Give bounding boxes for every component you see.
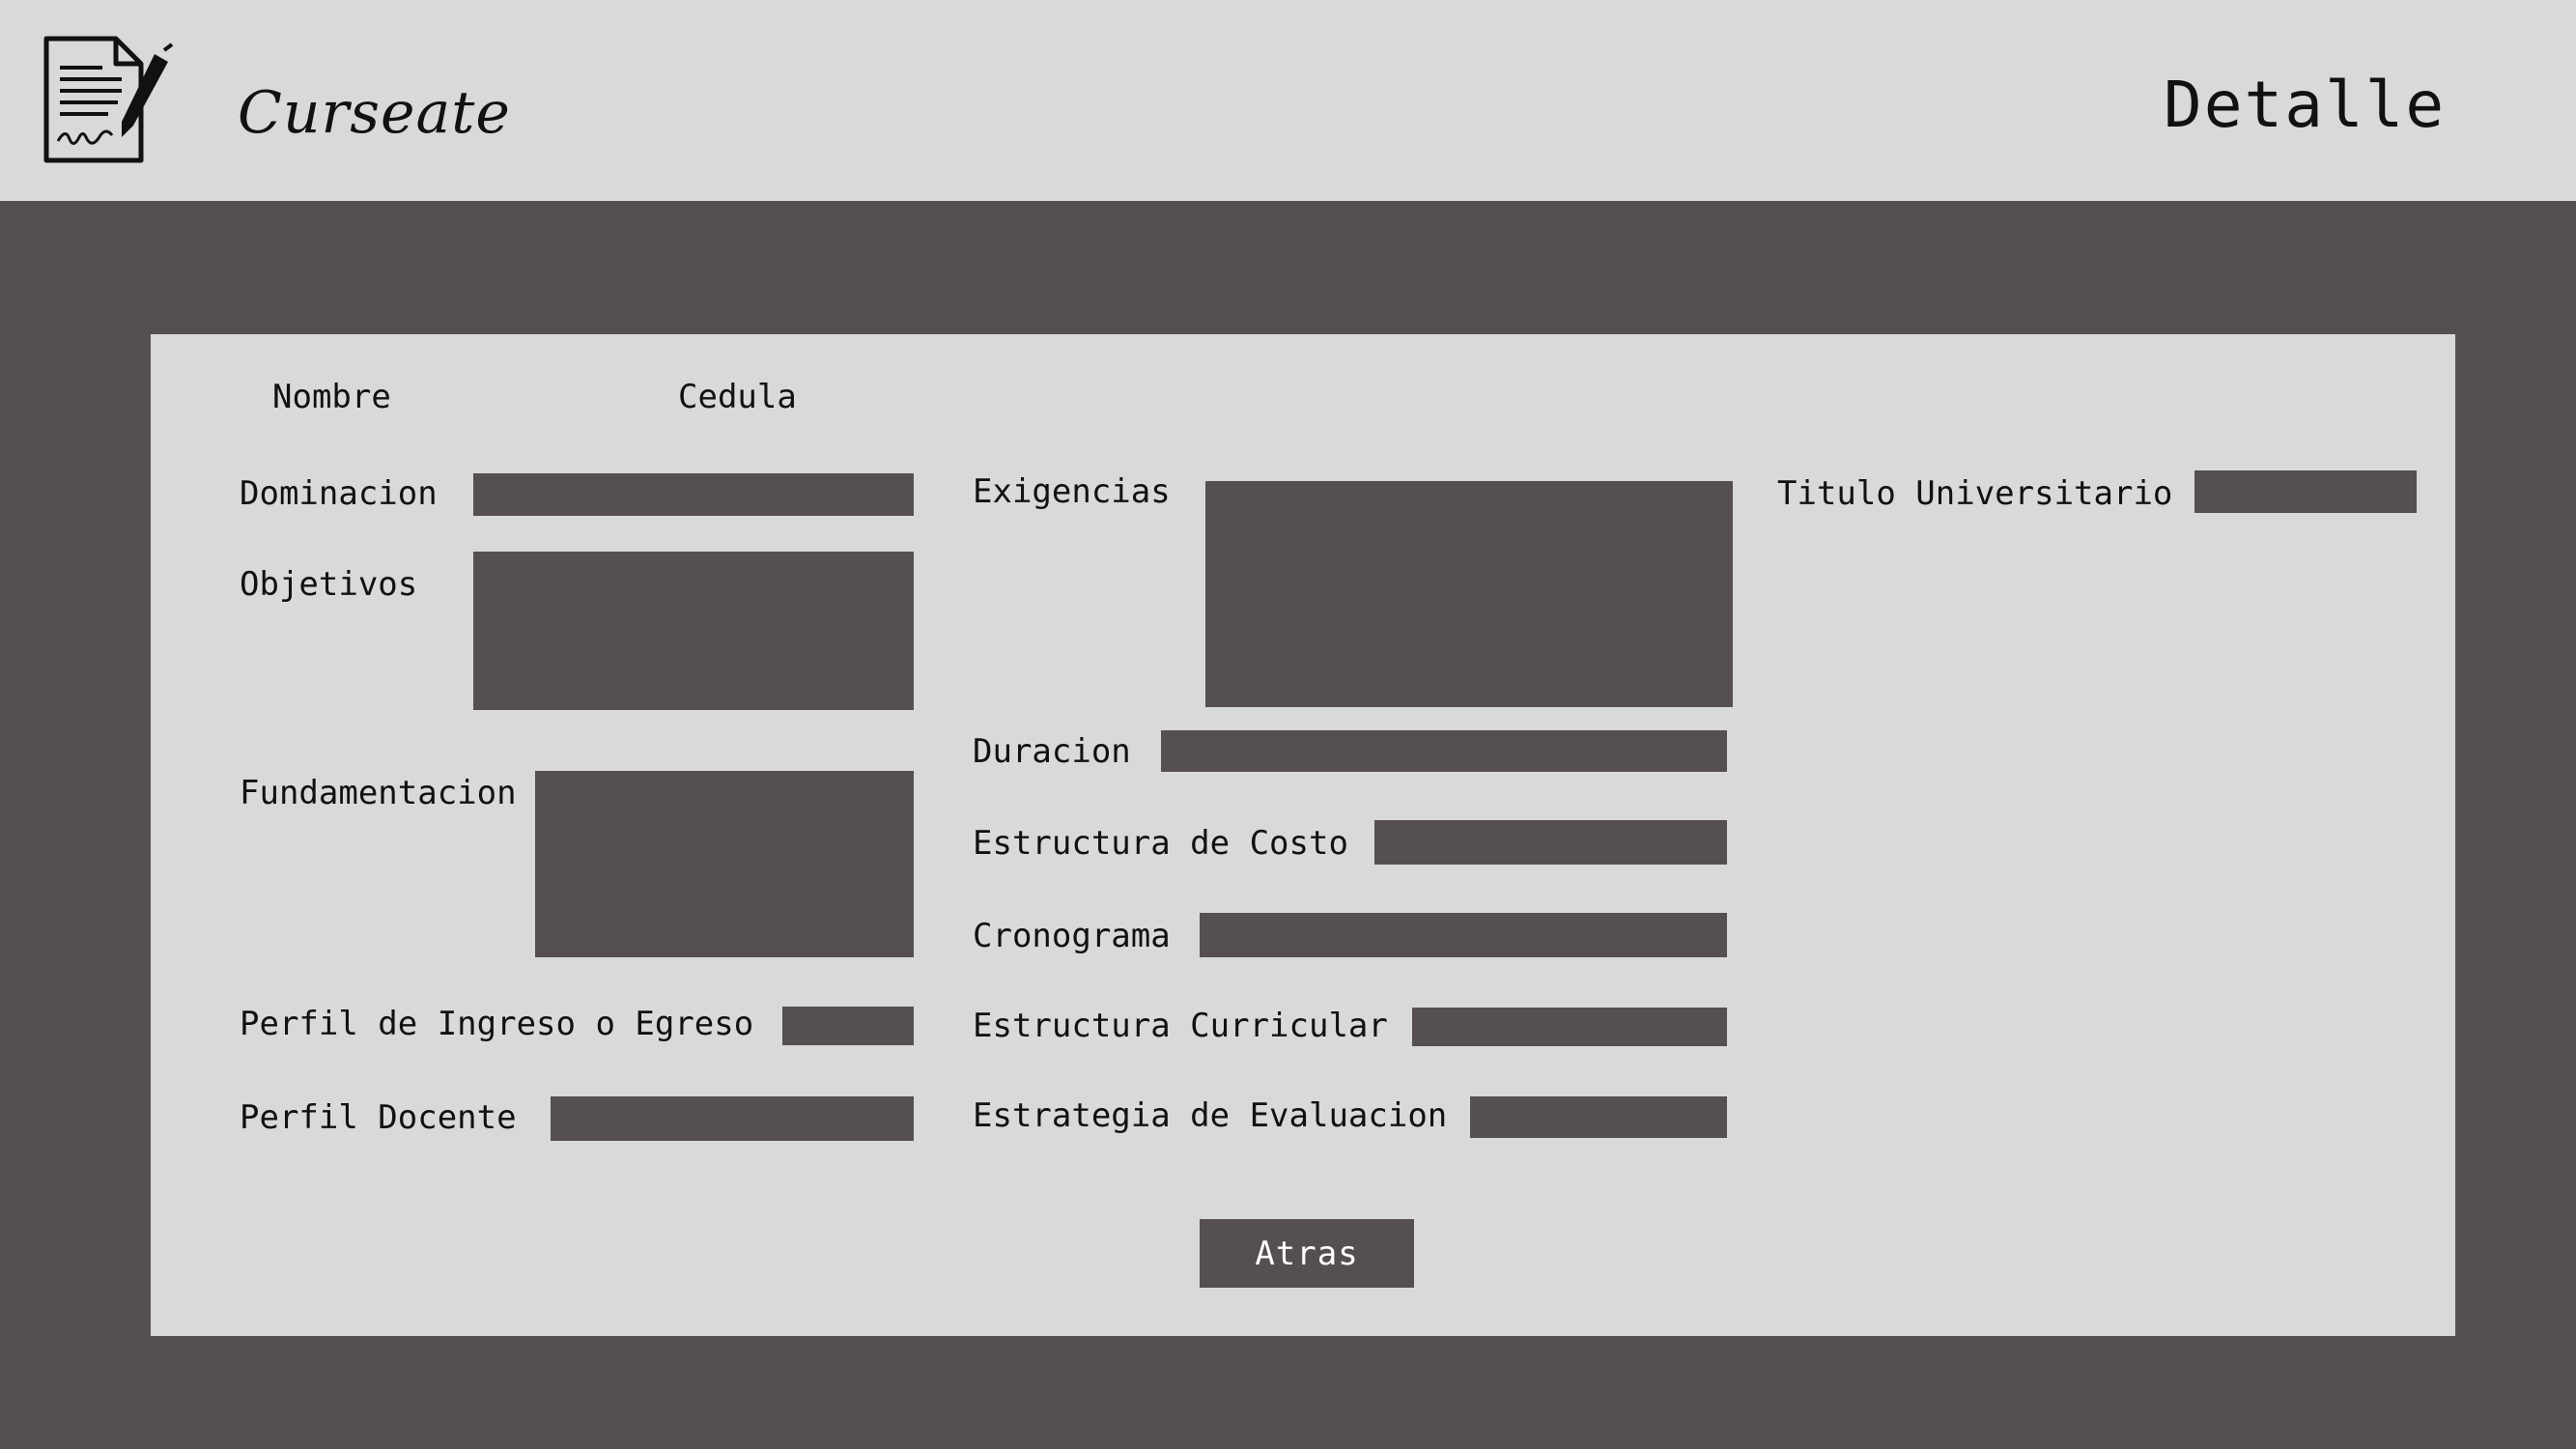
fundamentacion-label: Fundamentacion [240, 774, 517, 812]
exigencias-label: Exigencias [973, 472, 1171, 511]
document-signature-icon [43, 36, 174, 163]
duracion-field[interactable] [1161, 730, 1727, 772]
estrategia-evaluacion-field[interactable] [1470, 1096, 1727, 1138]
exigencias-field[interactable] [1205, 481, 1733, 707]
nombre-label: Nombre [272, 378, 391, 416]
cronograma-field[interactable] [1200, 913, 1727, 957]
estructura-curricular-label: Estructura Curricular [973, 1007, 1388, 1045]
brand-name: Curseate [238, 79, 511, 147]
perfil-docente-field[interactable] [551, 1096, 914, 1141]
cedula-label: Cedula [678, 378, 797, 416]
objetivos-field[interactable] [473, 552, 914, 710]
objetivos-label: Objetivos [240, 565, 418, 604]
estructura-costo-field[interactable] [1374, 820, 1727, 865]
dominacion-label: Dominacion [240, 474, 438, 513]
cronograma-label: Cronograma [973, 917, 1171, 955]
dominacion-field[interactable] [473, 473, 914, 516]
titulo-universitario-label: Titulo Universitario [1777, 474, 2173, 513]
fundamentacion-field[interactable] [535, 771, 914, 957]
page-title: Detalle [2164, 68, 2447, 142]
app-header: Curseate Detalle [0, 0, 2576, 201]
detail-card: Nombre Cedula Dominacion Objetivos Funda… [151, 334, 2455, 1336]
estructura-costo-label: Estructura de Costo [973, 824, 1348, 863]
titulo-universitario-field[interactable] [2194, 470, 2417, 513]
perfil-ingreso-label: Perfil de Ingreso o Egreso [240, 1005, 754, 1043]
back-button[interactable]: Atras [1200, 1219, 1414, 1288]
duracion-label: Duracion [973, 732, 1131, 771]
perfil-ingreso-field[interactable] [782, 1007, 914, 1045]
estructura-curricular-field[interactable] [1412, 1008, 1727, 1046]
perfil-docente-label: Perfil Docente [240, 1098, 517, 1137]
estrategia-evaluacion-label: Estrategia de Evaluacion [973, 1096, 1448, 1135]
